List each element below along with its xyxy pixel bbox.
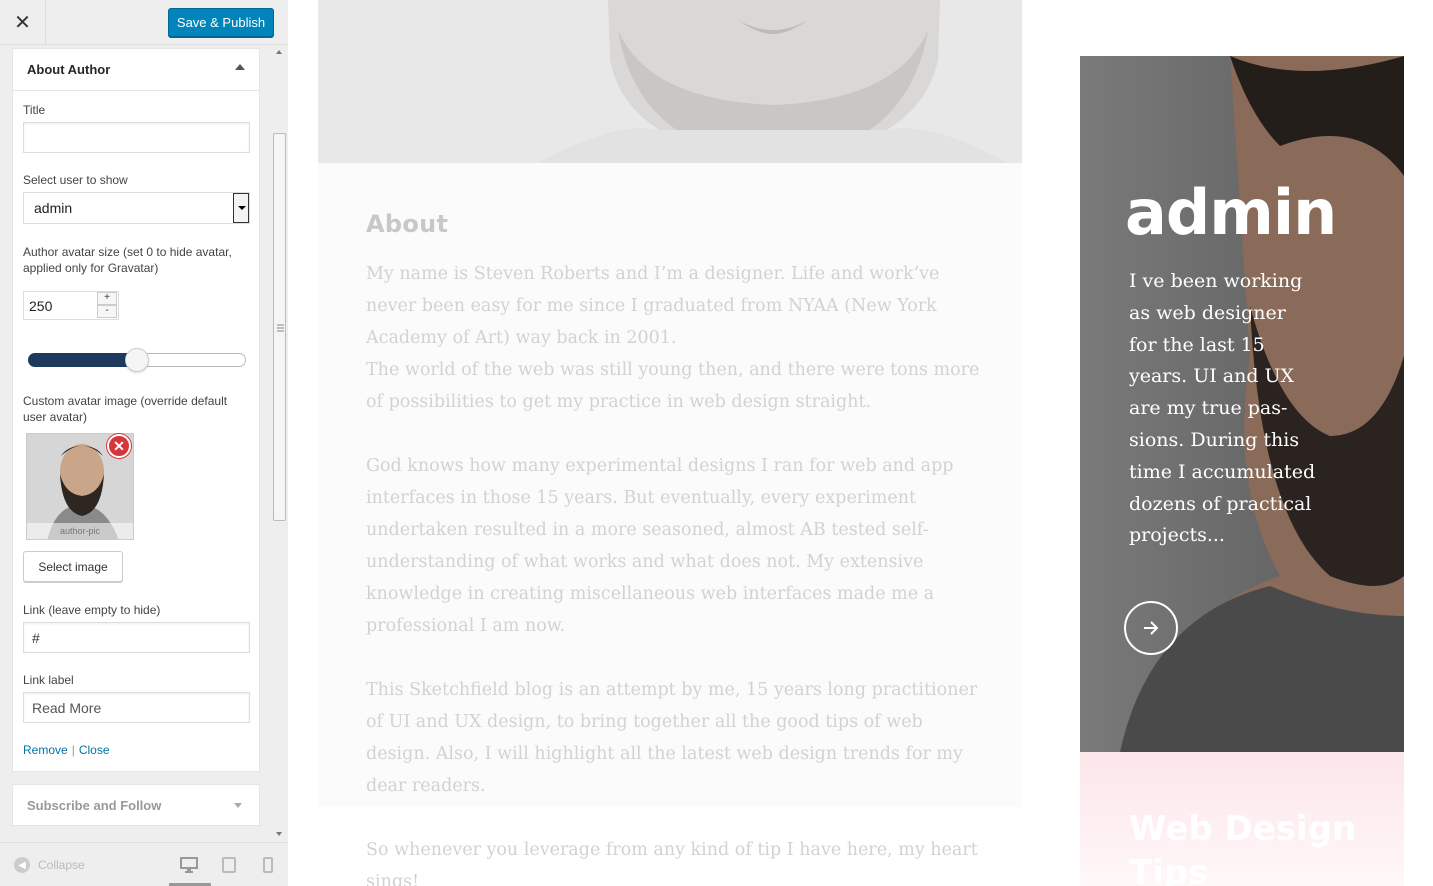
user-select[interactable]: admin (23, 192, 250, 224)
close-customizer-button[interactable]: ✕ (0, 0, 46, 45)
post-card: Web De­sign Tips (1080, 752, 1404, 886)
widget-title: About Author (27, 62, 111, 77)
avatar-caption: author-pic (27, 523, 133, 539)
article-paragraph: My name is Steven Roberts and I’m a desi… (366, 264, 940, 348)
read-more-button[interactable] (1124, 601, 1178, 655)
author-name: admin (1125, 176, 1337, 249)
grip-icon (277, 324, 284, 332)
customizer-sidebar: ✕ Save & Publish About Author Title Sele… (0, 0, 288, 886)
decrement-button[interactable]: - (97, 305, 117, 318)
arrow-right-icon (1144, 621, 1159, 635)
link-label: Link (leave empty to hide) (23, 603, 161, 617)
desktop-icon[interactable] (180, 857, 198, 873)
collapse-arrow-icon[interactable] (235, 64, 245, 70)
customizer-header: ✕ Save & Publish (0, 0, 288, 45)
author-bio: I ve been working as web designer for th… (1129, 270, 1316, 547)
user-select-value: admin (34, 200, 73, 216)
select-user-label: Select user to show (23, 173, 128, 187)
remove-link[interactable]: Remove (23, 743, 68, 757)
post-card-title[interactable]: Web De­sign Tips (1129, 807, 1389, 886)
save-publish-button[interactable]: Save & Publish (168, 8, 274, 37)
link-input[interactable] (23, 622, 250, 653)
widget-title: Subscribe and Follow (27, 797, 162, 813)
dropdown-arrow-icon[interactable] (233, 193, 249, 223)
hero-image (318, 0, 1022, 163)
actions-separator: | (71, 743, 75, 757)
site-preview: About My name is Steven Roberts and I’m … (289, 0, 1433, 886)
about-heading: About (366, 210, 449, 238)
scrollbar-thumb[interactable] (273, 133, 286, 521)
author-card: admin I ve been working as web designer … (1080, 56, 1404, 752)
expand-arrow-icon[interactable] (234, 803, 242, 808)
close-icon: ✕ (14, 12, 31, 34)
collapse-button[interactable]: ◀ Collapse (14, 857, 85, 873)
article-paragraph: The world of the web was still young the… (366, 360, 980, 412)
close-link[interactable]: Close (79, 743, 110, 757)
avatar-size-label: Author avatar size (set 0 to hide avatar… (23, 245, 232, 275)
tablet-icon[interactable] (222, 857, 236, 873)
avatar-size-value: 250 (29, 298, 53, 314)
title-input[interactable] (23, 122, 250, 153)
article-paragraph: So whenever you leverage from any kind o… (366, 840, 978, 886)
widget-header[interactable]: About Author (13, 49, 259, 91)
sidebar-scrollbar[interactable] (271, 45, 288, 842)
mobile-icon[interactable] (263, 857, 273, 873)
select-image-button[interactable]: Select image (23, 551, 123, 582)
title-label: Title (23, 103, 46, 117)
close-icon: ✕ (113, 437, 125, 454)
link-label-input[interactable] (23, 692, 250, 723)
customizer-footer: ◀ Collapse (0, 842, 288, 886)
slider-handle[interactable] (125, 348, 149, 372)
widget-actions: Remove | Close (23, 743, 110, 757)
increment-button[interactable]: + (97, 292, 117, 305)
scroll-down-icon[interactable] (276, 832, 282, 836)
link-label-label: Link label (23, 673, 74, 687)
custom-avatar-label: Custom avatar image (override default us… (23, 394, 228, 424)
article-paragraph: This Sketchfield blog is an attempt by m… (366, 680, 978, 796)
slider-fill (28, 353, 137, 367)
article-paragraph: God knows how many experimental designs … (366, 456, 954, 636)
subscribe-follow-widget[interactable]: Subscribe and Follow (12, 784, 260, 826)
collapse-icon: ◀ (14, 857, 30, 873)
collapse-label: Collapse (38, 858, 85, 872)
hero-photo (318, 0, 1022, 163)
remove-image-button[interactable]: ✕ (107, 434, 131, 458)
about-author-widget: About Author Title Select user to show a… (12, 48, 260, 772)
scroll-up-icon[interactable] (276, 50, 282, 54)
